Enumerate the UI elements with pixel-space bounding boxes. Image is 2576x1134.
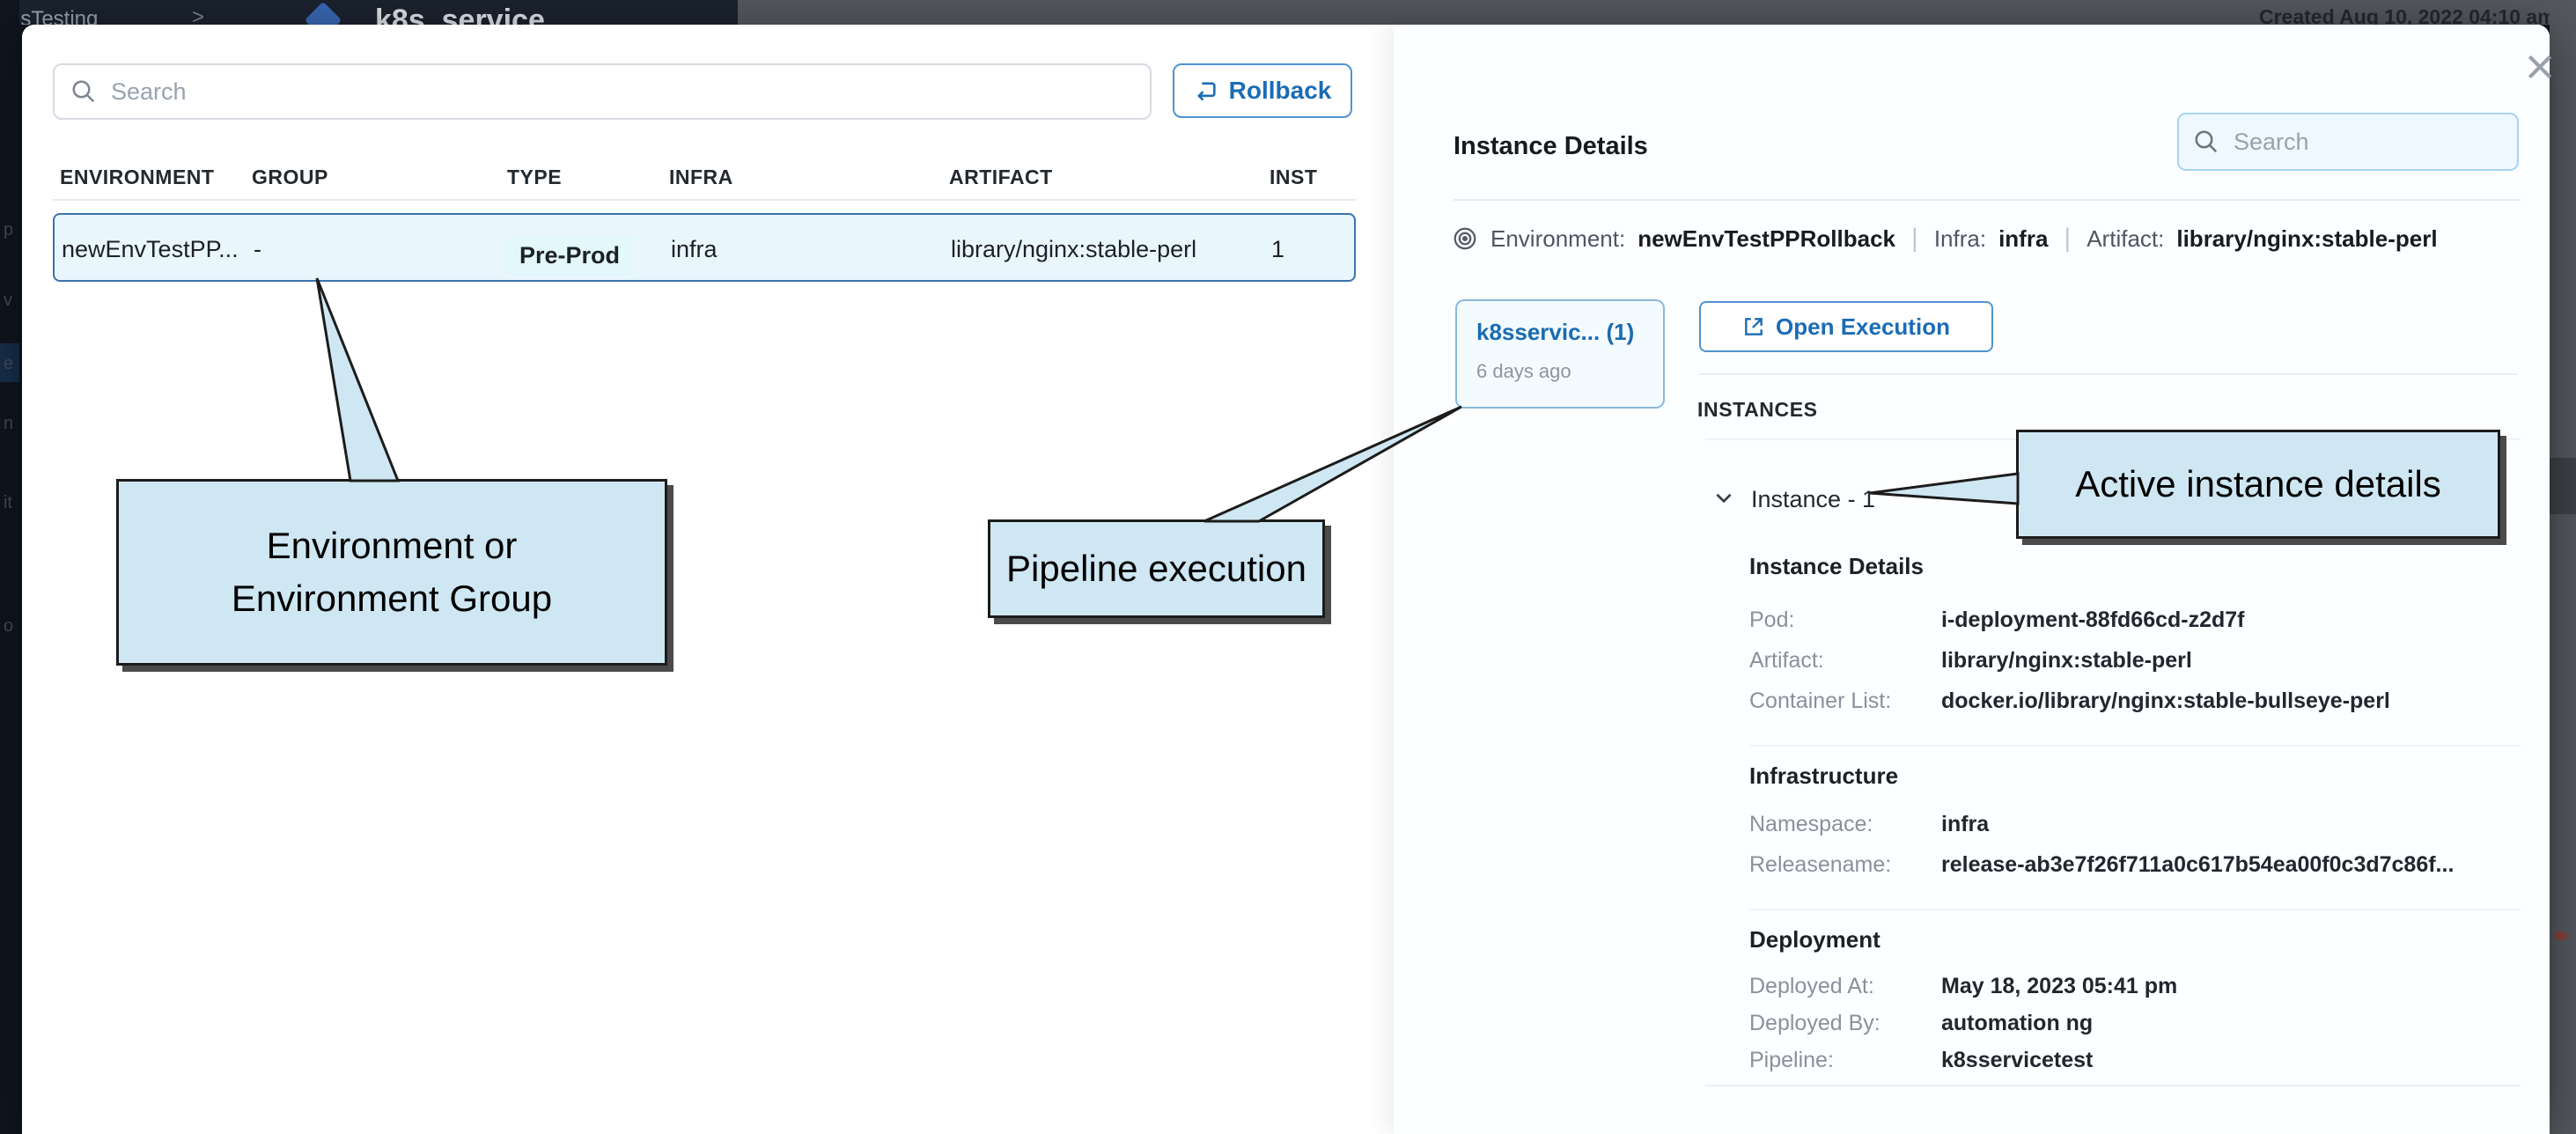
callout-tail-pipeline xyxy=(1189,398,1470,523)
screen: HsTesting > k8s_service Created Aug 10, … xyxy=(0,0,2576,1134)
environments-table-header: ENVIRONMENT GROUP TYPE INFRA ARTIFACT IN… xyxy=(53,166,1356,201)
kv-deployed-by: Deployed By: automation ng xyxy=(1749,1011,2093,1036)
kv-pod: Pod: i-deployment-88fd66cd-z2d7f xyxy=(1749,608,2245,633)
section-divider xyxy=(1749,745,2521,747)
search-input[interactable] xyxy=(109,77,1134,107)
drawer-divider xyxy=(1454,199,2521,201)
instances-section-label: INSTANCES xyxy=(1697,398,1818,422)
col-inst: INST xyxy=(1270,166,1317,189)
kv-deployed-at: Deployed At: May 18, 2023 05:41 pm xyxy=(1749,974,2177,999)
background-right-edge xyxy=(2550,0,2576,1134)
service-title: k8s_service xyxy=(375,4,545,25)
open-execution-button[interactable]: Open Execution xyxy=(1699,301,1993,352)
infra-value: infra xyxy=(1998,225,2048,253)
chevron-down-icon xyxy=(1712,486,1735,513)
kv-container-list: Container List: docker.io/library/nginx:… xyxy=(1749,688,2390,714)
section-heading-deployment: Deployment xyxy=(1749,926,1880,954)
pre-prod-badge: Pre-Prod xyxy=(505,236,634,276)
close-icon[interactable] xyxy=(2522,49,2558,85)
instance-search[interactable] xyxy=(2177,113,2519,171)
cell-group: - xyxy=(254,236,261,263)
instance-card-bottom-border xyxy=(1705,1085,2521,1086)
section-heading-infrastructure: Infrastructure xyxy=(1749,762,1898,790)
rollback-icon xyxy=(1194,78,1218,103)
execution-time: 6 days ago xyxy=(1476,360,1644,383)
environment-search[interactable] xyxy=(53,63,1152,120)
service-cube-icon xyxy=(305,2,342,25)
rollback-button-label: Rollback xyxy=(1229,77,1332,105)
callout-environment: Environment or Environment Group xyxy=(116,479,667,666)
deployment-summary: Environment: newEnvTestPPRollback | Infr… xyxy=(1452,224,2438,254)
cell-artifact: library/nginx:stable-perl xyxy=(951,236,1196,263)
col-artifact: ARTIFACT xyxy=(949,166,1053,189)
section-divider xyxy=(1749,909,2521,910)
col-type: TYPE xyxy=(507,166,562,189)
rollback-button[interactable]: Rollback xyxy=(1173,63,1352,118)
external-link-icon xyxy=(1742,315,1765,338)
section-heading-instance-details: Instance Details xyxy=(1749,553,1924,580)
cell-inst: 1 xyxy=(1271,236,1284,263)
instance-1-toggle[interactable]: Instance - 1 xyxy=(1712,486,1875,513)
open-execution-label: Open Execution xyxy=(1776,313,1950,341)
cell-infra: infra xyxy=(671,236,718,263)
instances-divider xyxy=(1699,373,2518,375)
col-infra: INFRA xyxy=(669,166,733,189)
col-environment: ENVIRONMENT xyxy=(60,166,214,189)
instance-search-input[interactable] xyxy=(2232,128,2547,157)
kv-pipeline: Pipeline: k8sservicetest xyxy=(1749,1048,2093,1073)
callout-tail-active-instance xyxy=(1862,467,2020,511)
kv-releasename: Releasename: release-ab3e7f26f711a0c617b… xyxy=(1749,852,2454,878)
search-icon xyxy=(2193,129,2219,155)
service-created-timestamp: Created Aug 10, 2022 04:10 am xyxy=(2259,5,2556,25)
environment-label: Environment: xyxy=(1490,225,1625,253)
cell-environment: newEnvTestPP... xyxy=(62,236,239,263)
pipeline-execution-card[interactable]: k8sservic... (1) 6 days ago xyxy=(1455,299,1665,409)
kv-artifact: Artifact: library/nginx:stable-perl xyxy=(1749,648,2192,674)
table-header-divider xyxy=(53,199,1356,201)
callout-pipeline: Pipeline execution xyxy=(988,519,1325,618)
background-sidebar: ve nit op xyxy=(0,0,19,1134)
infra-label: Infra: xyxy=(1934,225,1986,253)
background-header: HsTesting > k8s_service Created Aug 10, … xyxy=(0,0,2576,25)
callout-tail-environment xyxy=(299,264,423,484)
artifact-label: Artifact: xyxy=(2087,225,2164,253)
environment-row-selected[interactable]: newEnvTestPP... - Pre-Prod infra library… xyxy=(53,213,1356,282)
callout-active-instance: Active instance details xyxy=(2016,430,2500,539)
col-group: GROUP xyxy=(252,166,328,189)
drawer-title: Instance Details xyxy=(1454,132,1648,161)
artifact-value: library/nginx:stable-perl xyxy=(2176,225,2437,253)
environment-icon xyxy=(1452,225,1478,252)
search-icon xyxy=(70,78,97,105)
kv-namespace: Namespace: infra xyxy=(1749,812,1989,837)
instance-details-drawer: Instance Details Environment: newEnvTest… xyxy=(1394,25,2550,1134)
breadcrumb-chevron-icon: > xyxy=(192,5,204,25)
execution-name: k8sservic... (1) xyxy=(1476,319,1644,346)
environment-value: newEnvTestPPRollback xyxy=(1638,225,1895,253)
instance-title: Instance - 1 xyxy=(1751,486,1875,513)
